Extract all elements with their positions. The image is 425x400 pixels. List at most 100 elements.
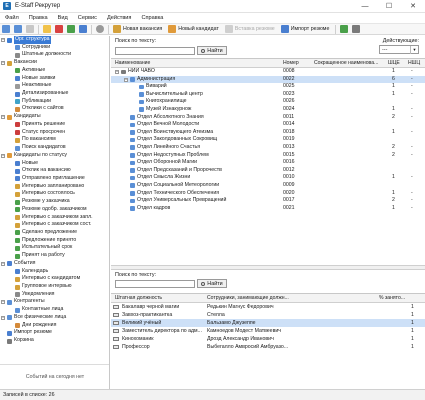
table-row[interactable]: Отдел кадров 0021 1 - [111,205,425,213]
sidebar-item[interactable]: Контактные лица [0,306,109,314]
sidebar-item[interactable]: Сотрудники [0,44,109,52]
table-row[interactable]: Отдел Предсказаний и Пророчеств 0012 [111,167,425,175]
close-button[interactable]: ✕ [401,0,425,13]
sidebar-item[interactable]: Уведомления [0,291,109,299]
sidebar-item[interactable]: Принять решение [0,121,109,129]
menu-view[interactable]: Вид [53,15,73,21]
sidebar-item[interactable]: Дни рождения [0,322,109,330]
sidebar-item[interactable]: Новые заявки [0,75,109,83]
menu-file[interactable]: Файл [0,15,24,21]
sidebar-item[interactable]: − Контрагенты [0,298,109,306]
maximize-button[interactable]: ☐ [377,0,401,13]
sidebar-item[interactable]: Интервью состоялось [0,190,109,198]
table-row[interactable]: Музей Изнакурнож 0024 1 - [111,106,425,114]
sidebar-item[interactable]: Импорт резюме [0,329,109,337]
search-input[interactable] [115,46,195,55]
table-row[interactable]: Великий учёный Бальзамо Джузеппе 1 [111,319,425,328]
sidebar-item[interactable]: − Кандидаты по статусу [0,152,109,160]
table-row[interactable]: − НИИ ЧАВО 0008 1 - [111,68,425,76]
table-row[interactable]: Завхоз-практикантка Стелла 1 [111,311,425,319]
sidebar-item[interactable]: Календарь [0,268,109,276]
table-row[interactable]: Отдел Воинствующего Атеизма 0018 1 - [111,129,425,137]
sidebar-item[interactable]: Интервью с заказчиком запл. [0,214,109,222]
collapse-icon[interactable]: − [1,261,5,266]
collapse-icon[interactable]: − [124,77,128,82]
collapse-icon[interactable]: − [1,315,5,320]
sidebar-item[interactable]: Групповое интервью [0,283,109,291]
collapse-icon[interactable]: − [1,38,5,42]
table-row[interactable]: Профессор Выбегалло Амвросий Амбруазо... 1 [111,343,425,351]
sidebar-item[interactable]: Резюме у заказчика [0,198,109,206]
col-short[interactable]: Сокращенное наименова... [314,59,384,68]
table-row[interactable]: Вычислительный центр 0023 1 - [111,91,425,99]
sidebar-item[interactable]: Отклик на вакансию [0,167,109,175]
sidebar-item[interactable]: − События [0,260,109,268]
new-folder-icon[interactable] [43,25,51,33]
menu-actions[interactable]: Действия [102,15,137,21]
refresh-icon[interactable] [67,25,75,33]
minimize-button[interactable]: — [353,0,377,13]
up-icon[interactable] [26,25,34,33]
sidebar-item[interactable]: Статус просрочен [0,129,109,137]
sidebar-item[interactable]: По вакансиям [0,136,109,144]
sidebar-item[interactable]: Принят на работу [0,252,109,260]
table-row[interactable]: Отдел Вечной Молодости 0014 [111,121,425,129]
table-row[interactable]: Книгохранилище 0026 [111,98,425,106]
table-row[interactable]: Заместитель директора по адм... Камноедов… [111,327,425,335]
collapse-icon[interactable]: − [1,153,5,158]
actual-select[interactable]: --- ▼ [379,45,419,54]
table-row[interactable]: Бакалавр черной магии Редькин Магнус Федо… [111,303,425,311]
import-resume-button[interactable]: Импорт резюме [279,25,329,33]
table-row[interactable]: Отдел Оборонной Магии 0016 [111,159,425,167]
collapse-icon[interactable]: − [1,300,5,305]
table-row[interactable]: Отдел Заколдованных Сокровищ 0019 [111,136,425,144]
sidebar-item[interactable]: Резюме одобр. заказчиком [0,206,109,214]
sidebar-item[interactable]: Поиск кандидатов [0,144,109,152]
col-nshc[interactable]: НШЦ [408,59,424,68]
new-candidate-button[interactable]: Новый кандидат [166,25,219,33]
collapse-icon[interactable]: − [1,61,5,66]
settings-icon[interactable] [96,25,104,33]
sidebar-item[interactable]: Неактивные [0,82,109,90]
sidebar-item[interactable]: − Вакансии [0,59,109,67]
chart-icon[interactable] [340,25,349,33]
edit-icon[interactable] [79,25,87,33]
table-row[interactable]: Отдел Линейного Счастья 0013 2 - [111,144,425,152]
col-name[interactable]: Наименование [115,59,255,68]
sidebar-item[interactable]: Испытательный срок [0,244,109,252]
table-row[interactable]: Отдел Смысла Жизни 0010 1 - [111,174,425,182]
filter-icon[interactable] [352,25,361,33]
positions-find-button[interactable]: Найти [197,279,227,288]
sidebar-item[interactable]: Штатные должности [0,51,109,59]
splitter[interactable] [111,265,425,270]
sidebar-item[interactable]: Детализированные [0,90,109,98]
table-row[interactable]: Виварий 0025 1 - [111,83,425,91]
sidebar-item[interactable]: Интервью запланировано [0,183,109,191]
table-row[interactable]: Отдел Технического Обеспечения 0020 1 - [111,190,425,198]
table-row[interactable]: Отдел Социальной Метеорологии 0009 [111,182,425,190]
menu-edit[interactable]: Правка [24,15,53,21]
sidebar-item[interactable]: Интервью с заказчиком сост. [0,221,109,229]
sidebar-item[interactable]: − Кандидаты [0,113,109,121]
sidebar-item[interactable]: Корзина [0,337,109,345]
forward-icon[interactable] [14,25,22,33]
sidebar-item[interactable]: Отправлено приглашение [0,175,109,183]
sidebar-item[interactable]: Сделано предложение [0,229,109,237]
new-vacancy-button[interactable]: Новая вакансия [111,25,162,33]
sidebar-item[interactable]: Новые [0,160,109,168]
table-row[interactable]: Отдел Универсальных Превращений 0017 2 - [111,197,425,205]
sidebar-item[interactable]: Активные [0,67,109,75]
collapse-icon[interactable]: − [1,115,5,120]
insert-resume-button[interactable]: Вставка резюме [223,25,275,33]
sidebar-item[interactable]: Отклики с сайтов [0,105,109,113]
menu-service[interactable]: Сервис [73,15,102,21]
back-icon[interactable] [2,25,10,33]
col-number[interactable]: Номер [283,59,311,68]
sidebar-item[interactable]: − Орг. структура [0,36,109,44]
col-percent[interactable]: % занято... [379,294,405,303]
sidebar-item[interactable]: Интервью с кандидатом [0,275,109,283]
find-button[interactable]: Найти [197,46,227,55]
positions-search-input[interactable] [115,279,195,288]
col-employees[interactable]: Сотрудники, занимающие должн... [207,294,289,303]
table-row[interactable]: Кинохоманик Дрозд Александр Иванович 1 [111,335,425,343]
